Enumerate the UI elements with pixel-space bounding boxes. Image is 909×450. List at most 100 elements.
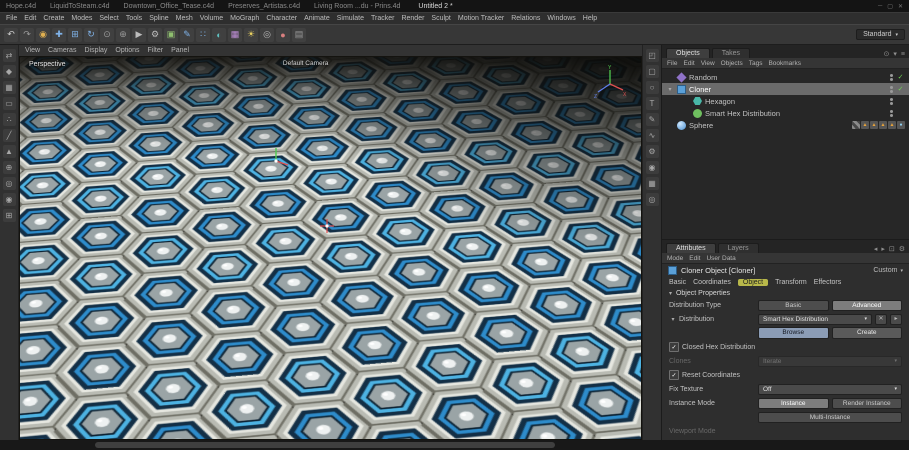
text-tool-icon[interactable]: T [645,97,659,110]
camera-icon[interactable]: ◎ [260,27,274,42]
uv-grid-icon[interactable]: ▦ [645,177,659,190]
rotate-tool-icon[interactable]: ↻ [84,27,98,42]
document-tab[interactable]: Preserves_Artistas.c4d [228,3,300,10]
objects-menu-item[interactable]: Objects [721,60,743,67]
viewport-3d[interactable]: Perspective Default Camera Y X Z [19,56,642,440]
document-tab[interactable]: Living Room ...du - Prins.4d [314,3,400,10]
tab-transform[interactable]: Transform [775,279,807,286]
phong-tag-icon[interactable]: ● [897,121,905,129]
render-view-icon[interactable]: ▶ [132,27,146,42]
visibility-dots[interactable] [890,109,893,117]
coordinate-system-icon[interactable]: ⊕ [116,27,130,42]
render-settings-icon[interactable]: ⚙ [148,27,162,42]
undo-icon[interactable]: ↶ [4,27,18,42]
texture-mode-icon[interactable]: ▦ [2,81,16,94]
polygon-selection-tag-icon[interactable]: ▲ [861,121,869,129]
tab-coordinates[interactable]: Coordinates [693,279,731,286]
viewport-solo-icon[interactable]: ◎ [2,177,16,190]
object-row[interactable]: Sphere ▲ ▲ ▲ ▲ ● [662,119,909,131]
material-icon[interactable]: ● [276,27,290,42]
instance-mode-render-instance-button[interactable]: Render Instance [831,397,902,409]
clear-icon[interactable]: ✕ [875,313,887,325]
document-tab[interactable]: LiquidToSteam.c4d [50,3,110,10]
menu-item[interactable]: Render [401,15,424,22]
spline-tool-icon[interactable]: ∿ [645,129,659,142]
tab-attributes[interactable]: Attributes [666,243,716,253]
menu-item[interactable]: Spline [149,15,168,22]
add-cube-icon[interactable]: ▣ [164,27,178,42]
cloner-mograph-icon[interactable]: ∷ [196,27,210,42]
object-row[interactable]: Smart Hex Distribution [662,107,909,119]
filter-icon[interactable]: ▾ [893,50,897,58]
move-tool-icon[interactable]: ✚ [52,27,66,42]
menu-item[interactable]: Help [583,15,597,22]
field-icon[interactable]: ◐ [212,27,226,42]
circle-tool-icon[interactable]: ○ [645,81,659,94]
polygons-mode-icon[interactable]: ▲ [2,145,16,158]
viewport-menu-item[interactable]: Filter [148,47,164,54]
tab-objects[interactable]: Objects [666,48,710,58]
menu-item[interactable]: Sculpt [431,15,450,22]
redo-icon[interactable]: ↷ [20,27,34,42]
fix-texture-dropdown[interactable]: Off ▾ [758,383,902,395]
display-mode-icon[interactable]: ▤ [292,27,306,42]
pick-icon[interactable]: ▸ [890,313,902,325]
null-axis-gizmo[interactable] [318,217,336,235]
menu-item[interactable]: Character [266,15,297,22]
distribution-type-basic-button[interactable]: Basic [758,299,829,311]
menu-item[interactable]: Select [99,15,118,22]
instance-mode-instance-button[interactable]: Instance [758,397,829,409]
objects-menu-item[interactable]: Edit [683,60,694,67]
tab-takes[interactable]: Takes [711,48,751,58]
object-properties-header[interactable]: ▾ Object Properties [662,288,909,298]
create-button[interactable]: Create [831,327,902,339]
viewport-menu-item[interactable]: Cameras [48,47,76,54]
rectangle-tool-icon[interactable]: ▢ [645,65,659,78]
viewport-menu-item[interactable]: Panel [171,47,189,54]
attributes-menu-item[interactable]: Edit [689,255,700,262]
menu-item[interactable]: Mesh [176,15,193,22]
distribution-type-advanced-button[interactable]: Advanced [831,299,902,311]
light-icon[interactable]: ☀ [244,27,258,42]
select-tool-icon[interactable]: ◰ [645,49,659,62]
polygon-selection-tag-icon[interactable]: ▲ [888,121,896,129]
visibility-dots[interactable] [890,73,893,81]
objects-menu-item[interactable]: View [701,60,715,67]
layout-select[interactable]: Standard ▾ [856,29,905,40]
menu-item[interactable]: File [6,15,17,22]
active-document-tab[interactable]: Untitled 2 * [418,3,452,10]
pen-spline-icon[interactable]: ✎ [180,27,194,42]
tab-layers[interactable]: Layers [717,243,759,253]
object-axis-gizmo[interactable] [262,145,290,173]
object-row[interactable]: Random ✓ [662,71,909,83]
tab-effectors[interactable]: Effectors [814,279,842,286]
document-tab[interactable]: Downtown_Office_Tease.c4d [124,3,215,10]
enabled-check-icon[interactable]: ✓ [896,85,905,93]
menu-item[interactable]: Animate [304,15,330,22]
points-mode-icon[interactable]: ∴ [2,113,16,126]
make-editable-icon[interactable]: ⇄ [2,49,16,62]
menu-item[interactable]: Modes [71,15,92,22]
viewport-menu-item[interactable]: Options [115,47,139,54]
browse-button[interactable]: Browse [758,327,829,339]
menu-item[interactable]: Motion Tracker [458,15,504,22]
object-row-selected[interactable]: ▾ Cloner ✓ [662,83,909,95]
menu-item[interactable]: MoGraph [230,15,259,22]
viewport-menu-item[interactable]: Display [84,47,107,54]
pen-tool-icon[interactable]: ✎ [645,113,659,126]
texture-tag-icon[interactable] [852,121,860,129]
model-mode-icon[interactable]: ◆ [2,65,16,78]
preset-dropdown[interactable]: Custom ▾ [873,267,903,274]
menu-item[interactable]: Windows [547,15,575,22]
collapse-arrow-icon[interactable]: ▾ [669,316,677,323]
workplane-mode-icon[interactable]: ▭ [2,97,16,110]
grid-icon[interactable]: ⊞ [2,209,16,222]
enable-axis-icon[interactable]: ⊕ [2,161,16,174]
menu-item[interactable]: Simulate [337,15,364,22]
timeline-strip[interactable] [95,442,555,448]
lock-icon[interactable]: ⊡ [889,245,895,253]
document-tab[interactable]: Hope.c4d [6,3,36,10]
volume-icon[interactable]: ▦ [228,27,242,42]
objects-menu-item[interactable]: Tags [749,60,763,67]
magnet-icon[interactable]: ◉ [645,161,659,174]
